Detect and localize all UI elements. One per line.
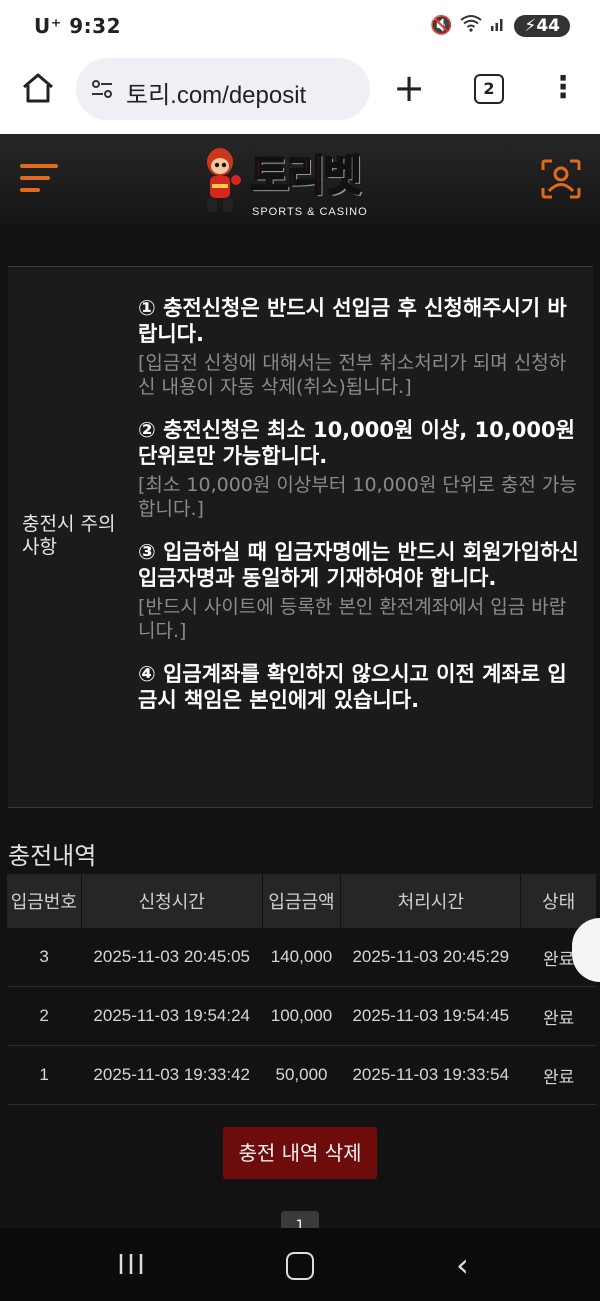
deposit-number: 1: [7, 1045, 82, 1105]
wifi-icon: [460, 14, 483, 37]
status: 완료: [520, 986, 597, 1046]
delete-history-button[interactable]: 충전 내역 삭제: [223, 1127, 377, 1179]
table-header-row: 입금번호 신청시간 입금금액 처리시간 상태: [7, 874, 597, 928]
table-row: 3 2025-11-03 20:45:05 140,000 2025-11-03…: [7, 928, 597, 987]
site-logo[interactable]: 토리벳 SPORTS & CASINO: [196, 138, 406, 222]
logo-title: 토리벳: [249, 150, 363, 201]
column-header: 신청시간: [81, 874, 263, 928]
notice-item: ② 충전신청은 최소 10,000원 이상, 10,000원 단위로만 가능합니…: [138, 417, 582, 521]
battery-indicator: ⚡44: [514, 14, 570, 37]
user-profile-icon[interactable]: [540, 158, 582, 200]
deposit-number: 2: [7, 986, 82, 1046]
deposit-notice: 충전시 주의사항 ① 충전신청은 반드시 선입금 후 신청해주시기 바랍니다. …: [8, 266, 593, 808]
deposit-number: 3: [7, 928, 82, 987]
system-nav-bar: ‹: [0, 1228, 600, 1301]
column-header: 상태: [520, 874, 597, 928]
site-settings-icon[interactable]: [90, 77, 114, 101]
notice-label: 충전시 주의사항: [22, 513, 116, 558]
hamburger-menu-icon[interactable]: [20, 160, 60, 196]
url-text: 토리.com/deposit: [126, 82, 307, 109]
site-header: 토리벳 SPORTS & CASINO: [0, 134, 600, 224]
home-icon: [23, 73, 53, 103]
deposit-amount: 50,000: [262, 1045, 341, 1105]
recent-apps-icon[interactable]: [117, 1252, 145, 1276]
notice-detail: [입금전 신청에 대해서는 전부 취소처리가 되며 신청하신 내용이 자동 삭제…: [138, 352, 567, 398]
deposit-history-table: 입금번호 신청시간 입금금액 처리시간 상태 3 2025-11-03 20:4…: [7, 874, 597, 1105]
deposit-page: 충전시 주의사항 ① 충전신청은 반드시 선입금 후 신청해주시기 바랍니다. …: [0, 224, 600, 1237]
tab-switcher-button[interactable]: 2: [474, 74, 504, 104]
notice-item: ③ 입금하실 때 입금자명에는 반드시 회원가입하신 입금자명과 동일하게 기재…: [138, 539, 582, 643]
processed-time: 2025-11-03 19:33:54: [340, 1045, 521, 1105]
status-icons: 🔇 ⚡44: [430, 14, 570, 37]
battery-level: 44: [536, 15, 560, 36]
back-nav-icon[interactable]: ‹: [456, 1246, 469, 1284]
history-title: 충전내역: [8, 842, 97, 870]
deposit-amount: 140,000: [262, 928, 341, 987]
home-button[interactable]: [20, 70, 56, 106]
status: 완료: [520, 1045, 597, 1105]
request-time: 2025-11-03 20:45:05: [81, 928, 263, 987]
home-nav-icon[interactable]: [286, 1252, 314, 1280]
signal-icon: [490, 14, 506, 37]
deposit-amount: 100,000: [262, 986, 341, 1046]
more-menu-icon[interactable]: ⋮: [548, 70, 578, 106]
mute-icon: 🔇: [429, 15, 453, 36]
notice-detail: [반드시 사이트에 등록한 본인 환전계좌에서 입금 바랍니다.]: [138, 596, 567, 642]
request-time: 2025-11-03 19:54:24: [81, 986, 263, 1046]
column-header: 처리시간: [340, 874, 522, 928]
request-time: 2025-11-03 19:33:42: [81, 1045, 263, 1105]
address-bar[interactable]: 토리.com/deposit: [76, 58, 370, 120]
notice-main: ③ 입금하실 때 입금자명에는 반드시 회원가입하신 입금자명과 동일하게 기재…: [138, 540, 579, 590]
notice-items: ① 충전신청은 반드시 선입금 후 신청해주시기 바랍니다. [입금전 신청에 …: [138, 295, 582, 731]
notice-main: ① 충전신청은 반드시 선입금 후 신청해주시기 바랍니다.: [138, 296, 567, 346]
status-bar: U⁺ 9:32 🔇 ⚡44: [0, 0, 600, 58]
notice-main: ② 충전신청은 최소 10,000원 이상, 10,000원 단위로만 가능합니…: [138, 418, 575, 468]
processed-time: 2025-11-03 19:54:45: [340, 986, 521, 1046]
table-row: 1 2025-11-03 19:33:42 50,000 2025-11-03 …: [7, 1045, 597, 1105]
browser-toolbar: 토리.com/deposit + 2 ⋮: [0, 58, 600, 134]
column-header: 입금금액: [262, 874, 342, 928]
processed-time: 2025-11-03 20:45:29: [340, 928, 521, 987]
new-tab-button[interactable]: +: [392, 68, 426, 108]
logo-subtitle: SPORTS & CASINO: [252, 206, 368, 218]
table-row: 2 2025-11-03 19:54:24 100,000 2025-11-03…: [7, 986, 597, 1046]
notice-detail: [최소 10,000원 이상부터 10,000원 단위로 충전 가능합니다.]: [138, 474, 577, 520]
notice-item: ④ 입금계좌를 확인하지 않으시고 이전 계좌로 입금시 책임은 본인에게 있습…: [138, 661, 582, 713]
column-header: 입금번호: [7, 874, 82, 928]
mascot-icon: [207, 148, 241, 212]
status-time: U⁺ 9:32: [34, 14, 122, 38]
notice-item: ① 충전신청은 반드시 선입금 후 신청해주시기 바랍니다. [입금전 신청에 …: [138, 295, 582, 399]
notice-main: ④ 입금계좌를 확인하지 않으시고 이전 계좌로 입금시 책임은 본인에게 있습…: [138, 662, 567, 712]
